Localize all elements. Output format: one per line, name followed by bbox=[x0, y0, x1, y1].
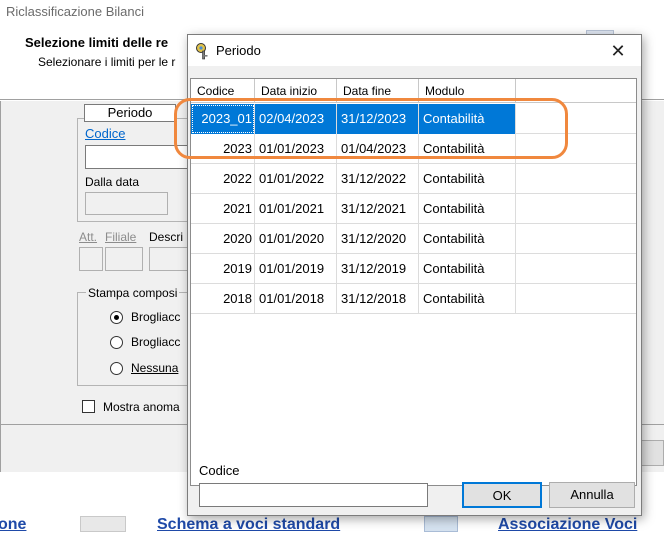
cell-modulo: Contabilità bbox=[419, 284, 516, 314]
cell-filler bbox=[516, 104, 636, 134]
close-button[interactable]: ✕ bbox=[600, 37, 636, 65]
mostra-anomalie-checkbox[interactable] bbox=[82, 400, 95, 413]
table-row[interactable]: 2019 01/01/2019 31/12/2019 Contabilità bbox=[191, 254, 636, 284]
periodo-dialog: Periodo ✕ Codice Data inizio Data fine M… bbox=[187, 34, 642, 516]
cell-data-inizio: 01/01/2023 bbox=[255, 134, 337, 164]
cell-modulo: Contabilità bbox=[419, 224, 516, 254]
tab-periodo[interactable]: Periodo bbox=[84, 104, 176, 122]
cancel-button[interactable]: Annulla bbox=[549, 482, 635, 508]
cell-filler bbox=[516, 194, 636, 224]
column-header-data-fine[interactable]: Data fine bbox=[337, 79, 419, 103]
grid-header: Codice Data inizio Data fine Modulo bbox=[191, 79, 636, 103]
cell-codice: 2021 bbox=[191, 194, 255, 224]
column-header-modulo[interactable]: Modulo bbox=[419, 79, 516, 103]
cell-filler bbox=[516, 164, 636, 194]
cell-data-fine: 31/12/2023 bbox=[337, 104, 419, 134]
table-icon bbox=[424, 516, 458, 532]
background-heading: Selezione limiti delle re bbox=[25, 35, 169, 50]
cell-data-inizio: 01/01/2020 bbox=[255, 224, 337, 254]
cell-filler bbox=[516, 254, 636, 284]
radio-brogliaccio-2[interactable] bbox=[110, 336, 123, 349]
codice-link[interactable]: Codice bbox=[85, 126, 125, 141]
column-header-codice[interactable]: Codice bbox=[191, 79, 255, 103]
codice-field[interactable] bbox=[85, 145, 189, 169]
cell-data-fine: 31/12/2020 bbox=[337, 224, 419, 254]
background-window-title: Riclassificazione Bilanci bbox=[6, 4, 144, 19]
ok-button[interactable]: OK bbox=[462, 482, 542, 508]
cell-data-fine: 31/12/2018 bbox=[337, 284, 419, 314]
key-icon bbox=[196, 43, 208, 60]
radio-nessuna-label: Nessuna bbox=[131, 361, 179, 375]
radio-brogliaccio-1-label: Brogliacc bbox=[131, 310, 181, 324]
codice-input[interactable] bbox=[199, 483, 428, 507]
att-field[interactable] bbox=[79, 247, 103, 271]
cell-codice: 2022 bbox=[191, 164, 255, 194]
cell-modulo: Contabilità bbox=[419, 104, 516, 134]
cell-modulo: Contabilità bbox=[419, 254, 516, 284]
document-icon bbox=[80, 516, 126, 532]
background-subheading: Selezionare i limiti per le r bbox=[38, 55, 176, 69]
cell-data-fine: 01/04/2023 bbox=[337, 134, 419, 164]
cell-data-fine: 31/12/2019 bbox=[337, 254, 419, 284]
descrizione-label: Descri bbox=[149, 230, 184, 244]
cell-codice: 2023_01 bbox=[191, 104, 255, 134]
close-icon: ✕ bbox=[610, 41, 626, 61]
footer-link-schema[interactable]: Schema a voci standard bbox=[157, 516, 340, 534]
periodo-grid[interactable]: Codice Data inizio Data fine Modulo 2023… bbox=[190, 78, 637, 486]
cell-codice: 2020 bbox=[191, 224, 255, 254]
footer-link-left[interactable]: one bbox=[0, 516, 26, 534]
cell-modulo: Contabilità bbox=[419, 194, 516, 224]
radio-nessuna[interactable] bbox=[110, 362, 123, 375]
table-row[interactable]: 2020 01/01/2020 31/12/2020 Contabilità bbox=[191, 224, 636, 254]
filiale-field[interactable] bbox=[105, 247, 143, 271]
cell-filler bbox=[516, 284, 636, 314]
codice-label: Codice bbox=[199, 463, 240, 478]
column-header-filler bbox=[516, 79, 636, 103]
dialog-title: Periodo bbox=[216, 43, 261, 58]
background-titlebar: Riclassificazione Bilanci bbox=[0, 0, 664, 28]
cell-filler bbox=[516, 224, 636, 254]
radio-brogliaccio-1[interactable] bbox=[110, 311, 123, 324]
dalla-data-field[interactable] bbox=[85, 192, 168, 215]
cell-data-inizio: 01/01/2021 bbox=[255, 194, 337, 224]
table-row[interactable]: 2018 01/01/2018 31/12/2018 Contabilità bbox=[191, 284, 636, 314]
table-row[interactable]: 2023_01 02/04/2023 31/12/2023 Contabilit… bbox=[191, 104, 636, 134]
cell-data-inizio: 01/01/2019 bbox=[255, 254, 337, 284]
background-button[interactable] bbox=[640, 440, 664, 466]
cell-codice: 2019 bbox=[191, 254, 255, 284]
cell-modulo: Contabilità bbox=[419, 134, 516, 164]
att-label: Att. bbox=[79, 230, 98, 244]
cell-codice: 2023 bbox=[191, 134, 255, 164]
cell-data-inizio: 02/04/2023 bbox=[255, 104, 337, 134]
footer-link-associazione[interactable]: Associazione Voci bbox=[498, 516, 637, 534]
filiale-label: Filiale bbox=[105, 230, 137, 244]
table-row[interactable]: 2023 01/01/2023 01/04/2023 Contabilità bbox=[191, 134, 636, 164]
cell-filler bbox=[516, 134, 636, 164]
cell-data-inizio: 01/01/2022 bbox=[255, 164, 337, 194]
radio-brogliaccio-2-label: Brogliacc bbox=[131, 335, 181, 349]
cell-modulo: Contabilità bbox=[419, 164, 516, 194]
cell-data-fine: 31/12/2021 bbox=[337, 194, 419, 224]
cell-codice: 2018 bbox=[191, 284, 255, 314]
cell-data-fine: 31/12/2022 bbox=[337, 164, 419, 194]
column-header-data-inizio[interactable]: Data inizio bbox=[255, 79, 337, 103]
table-row[interactable]: 2022 01/01/2022 31/12/2022 Contabilità bbox=[191, 164, 636, 194]
table-row[interactable]: 2021 01/01/2021 31/12/2021 Contabilità bbox=[191, 194, 636, 224]
dalla-data-label: Dalla data bbox=[85, 175, 140, 189]
cell-data-inizio: 01/01/2018 bbox=[255, 284, 337, 314]
stampa-group-label: Stampa composi bbox=[86, 286, 180, 300]
dialog-titlebar: Periodo ✕ bbox=[188, 35, 641, 66]
mostra-anomalie-label: Mostra anoma bbox=[103, 400, 180, 414]
